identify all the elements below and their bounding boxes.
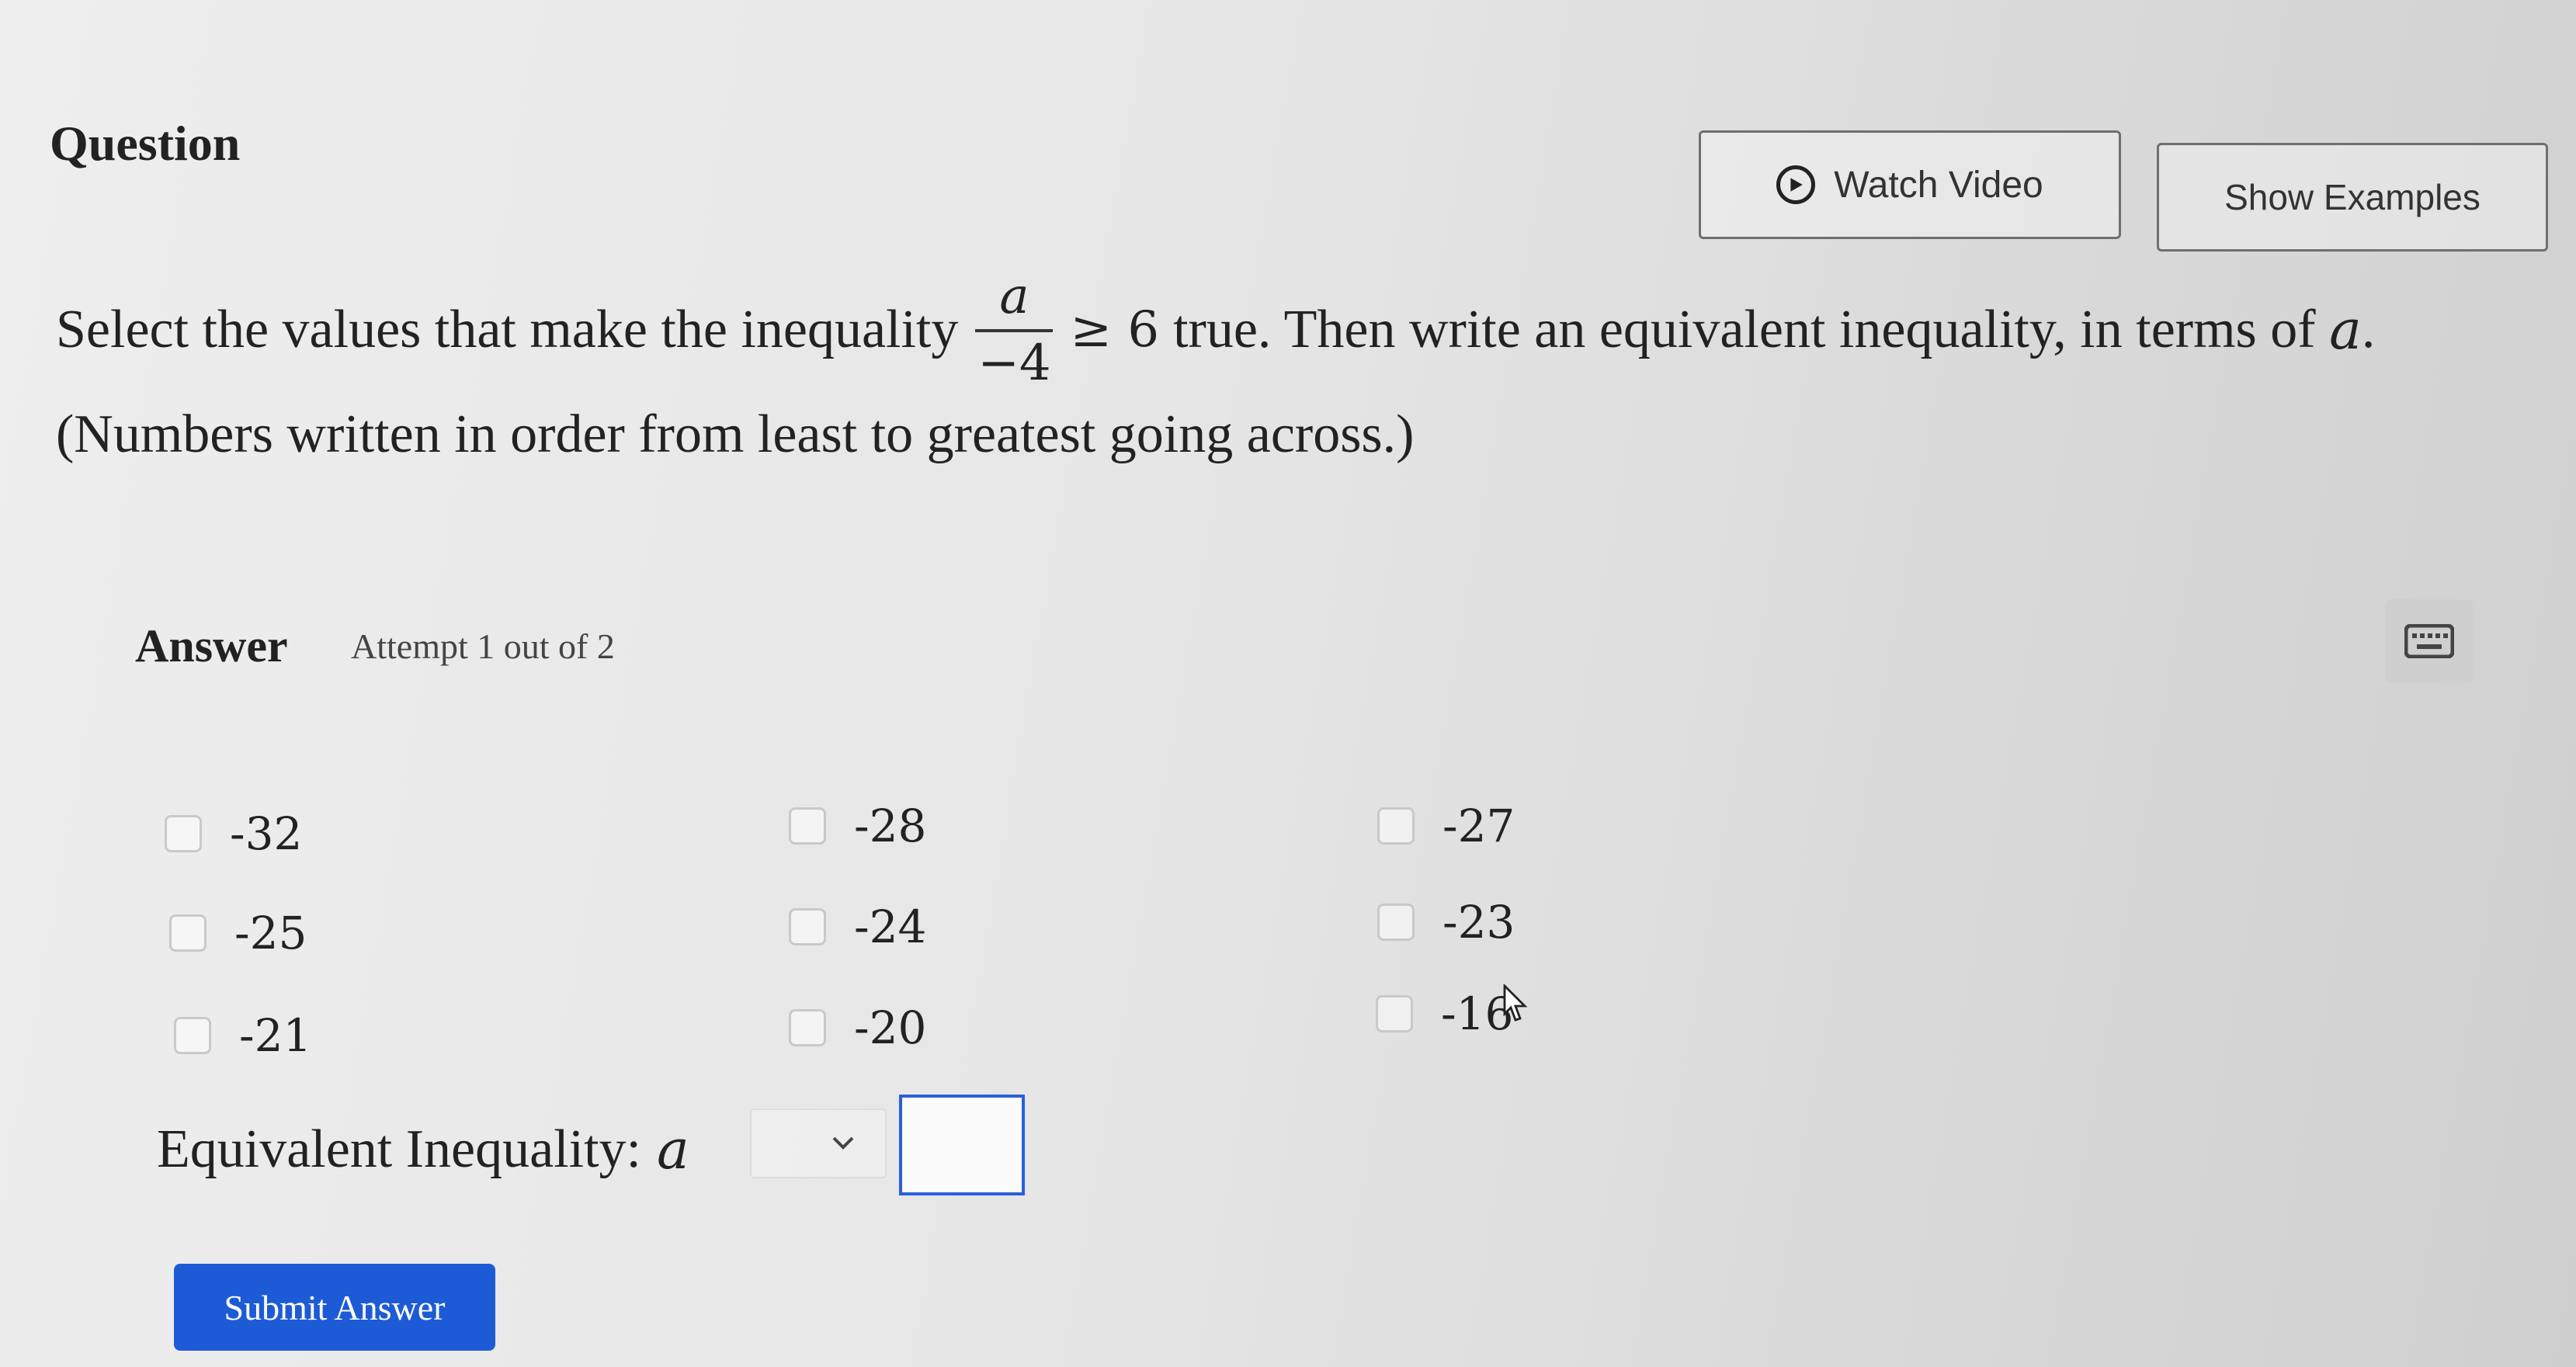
equivalent-variable: a xyxy=(656,1118,689,1181)
option-label: -28 xyxy=(854,800,927,852)
option-checkbox[interactable] xyxy=(789,807,826,845)
fraction-numerator: a xyxy=(999,268,1029,325)
play-circle-icon xyxy=(1776,165,1816,204)
option-checkbox-item[interactable]: -24 xyxy=(789,900,926,953)
option-checkbox-item[interactable]: -28 xyxy=(789,800,926,852)
prompt-text-middle: true. Then write an equivalent inequalit… xyxy=(1173,300,2316,359)
option-checkbox-item[interactable]: -23 xyxy=(1377,896,1515,949)
option-label: -20 xyxy=(854,1001,927,1054)
keyboard-icon xyxy=(2404,624,2454,658)
option-checkbox[interactable] xyxy=(165,815,202,852)
equivalent-inequality: Equivalent Inequality: a xyxy=(157,1118,689,1181)
answer-input-box[interactable] xyxy=(899,1095,1025,1195)
question-title: Question xyxy=(50,116,241,171)
option-checkbox-item[interactable]: -32 xyxy=(165,807,302,860)
option-checkbox[interactable] xyxy=(174,1017,211,1054)
option-label: -25 xyxy=(234,907,307,959)
prompt-variable: a xyxy=(2329,298,2362,362)
prompt-note: (Numbers written in order from least to … xyxy=(56,404,1415,464)
chevron-down-icon xyxy=(832,1136,854,1150)
option-checkbox-item[interactable]: -16 xyxy=(1376,987,1513,1040)
option-checkbox[interactable] xyxy=(789,908,826,945)
option-checkbox[interactable] xyxy=(789,1009,826,1046)
option-checkbox[interactable] xyxy=(1376,995,1413,1032)
submit-answer-button[interactable]: Submit Answer xyxy=(174,1264,495,1351)
prompt-text-before: Select the values that make the inequali… xyxy=(56,300,959,359)
option-label: -32 xyxy=(230,807,303,860)
option-label: -23 xyxy=(1442,896,1515,949)
relation-dropdown[interactable] xyxy=(750,1109,887,1178)
inequality-relation: ≥ 6 xyxy=(1070,301,1160,359)
question-page: Question Watch Video Show Examples Selec… xyxy=(0,0,2576,1367)
fraction-denominator: −4 xyxy=(977,335,1051,392)
option-checkbox-item[interactable]: -20 xyxy=(789,1001,926,1054)
show-examples-label: Show Examples xyxy=(2224,177,2481,217)
show-examples-button[interactable]: Show Examples xyxy=(2157,143,2548,252)
option-checkbox-item[interactable]: -21 xyxy=(174,1009,311,1062)
option-checkbox-item[interactable]: -25 xyxy=(169,907,307,959)
fraction: a −4 xyxy=(975,268,1054,392)
option-label: -24 xyxy=(854,900,927,953)
option-checkbox[interactable] xyxy=(169,914,207,952)
prompt-text-end: . xyxy=(2361,300,2376,359)
option-label: -21 xyxy=(239,1009,312,1062)
equivalent-label: Equivalent Inequality: xyxy=(157,1119,641,1179)
attempt-counter: Attempt 1 out of 2 xyxy=(351,626,615,666)
option-checkbox[interactable] xyxy=(1377,807,1415,845)
option-checkbox[interactable] xyxy=(1377,904,1415,941)
keyboard-button[interactable] xyxy=(2385,599,2474,683)
watch-video-button[interactable]: Watch Video xyxy=(1699,130,2121,239)
option-label: -27 xyxy=(1442,800,1515,852)
question-prompt: Select the values that make the inequali… xyxy=(56,272,2375,466)
mouse-pointer-icon xyxy=(1503,984,1528,1022)
watch-video-label: Watch Video xyxy=(1834,164,2043,206)
option-checkbox-item[interactable]: -27 xyxy=(1377,800,1515,852)
answer-label: Answer xyxy=(135,620,288,671)
